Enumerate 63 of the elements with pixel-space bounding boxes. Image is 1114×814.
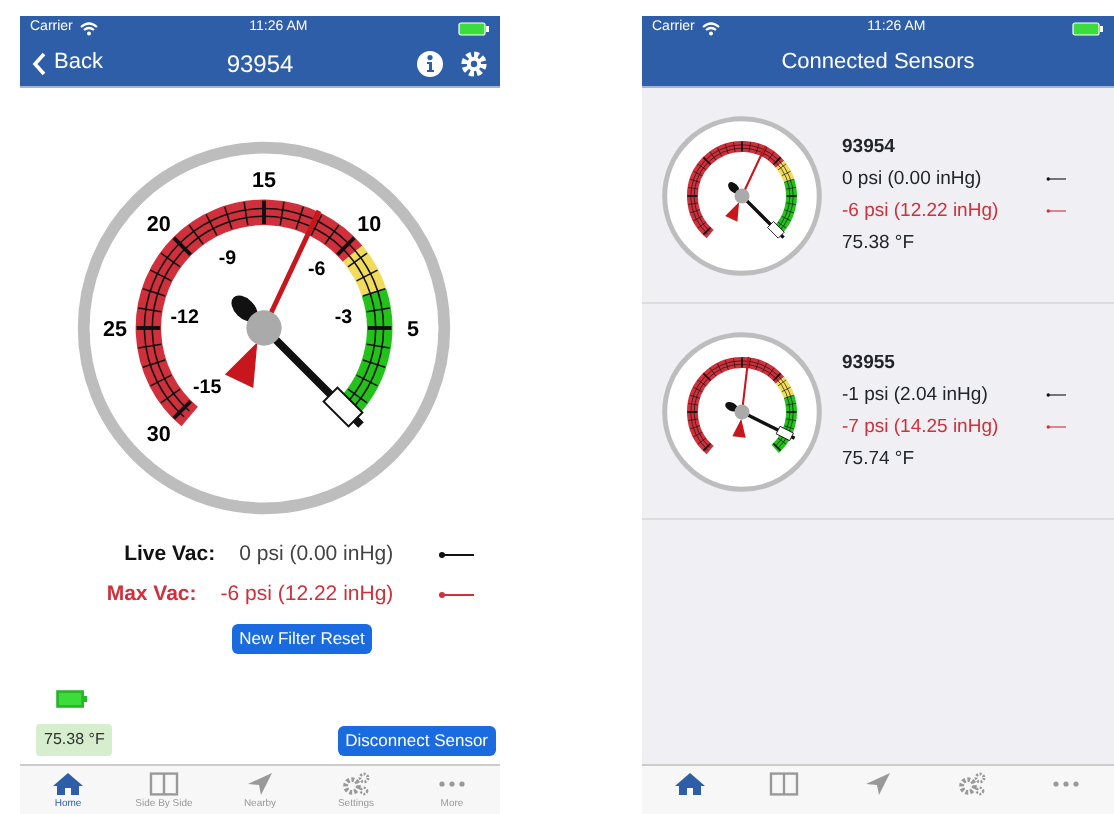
needle-hub — [246, 310, 282, 346]
back-chevron-icon — [32, 51, 46, 75]
live-needle — [725, 400, 796, 441]
back-button[interactable]: Back — [32, 46, 103, 80]
reading-label: Live Vac: — [124, 540, 216, 570]
temperature-badge: 75.38 °F — [36, 724, 113, 756]
columns-icon — [148, 772, 180, 796]
live-marker-icon — [437, 550, 474, 561]
gears-icon — [340, 772, 372, 796]
disconnect-button[interactable]: Disconnect Sensor — [337, 725, 496, 756]
scale-label: 30 — [146, 423, 171, 448]
reading-value: -6 psi (12.22 inHg) — [220, 579, 394, 610]
max-marker-icon — [437, 590, 474, 601]
nav-title: 93954 — [226, 47, 294, 81]
live-needle — [728, 181, 785, 238]
needle-hub — [734, 187, 750, 203]
scale-label: -9 — [218, 248, 237, 271]
scale-label: 20 — [146, 212, 171, 237]
scale-label: -3 — [334, 307, 353, 330]
battery-icon — [1071, 21, 1104, 35]
location-arrow-icon — [244, 772, 276, 796]
max-marker-icon — [1046, 422, 1066, 432]
scale-label: 25 — [103, 317, 127, 342]
max-marker-icon — [1046, 206, 1066, 216]
settings-icon[interactable] — [460, 49, 488, 77]
live-reading: -1 psi (2.04 inHg) — [842, 381, 988, 409]
temperature-reading: 75.74 °F — [842, 445, 917, 473]
scale-label: -6 — [308, 259, 326, 282]
scale-label: -15 — [193, 376, 222, 399]
reading-value: 0 psi (0.00 inHg) — [239, 540, 394, 570]
wifi-icon — [80, 21, 99, 35]
max-needle — [732, 355, 750, 437]
max-reading: -7 psi (14.25 inHg) — [842, 413, 999, 441]
columns-icon — [767, 772, 800, 796]
nav-title: Connected Sensors — [781, 48, 975, 79]
live-marker-icon — [1046, 390, 1066, 400]
sensor-name: 93954 — [842, 133, 897, 161]
live-reading: 0 psi (0.00 inHg) — [842, 165, 982, 193]
live-needle — [231, 295, 364, 428]
location-arrow-icon — [861, 772, 894, 796]
gauge-scale-drawing — [686, 355, 798, 453]
info-icon[interactable] — [416, 49, 444, 77]
scale-label: 15 — [252, 168, 276, 193]
house-icon — [52, 772, 84, 796]
live-marker-icon — [1046, 174, 1066, 184]
wifi-icon — [702, 21, 721, 35]
max-reading: -6 psi (12.22 inHg) — [842, 197, 999, 225]
sensor-row[interactable]: 93954 0 psi (0.00 inHg) -6 psi (12.22 inHg) 75.38 °F — [642, 88, 1114, 304]
scale-label: -12 — [170, 307, 199, 330]
battery-icon — [56, 690, 88, 708]
scale-label: 10 — [357, 212, 382, 237]
sensor-row[interactable]: 93955 -1 psi (2.04 inHg) -7 psi (14.25 inHg) 75.74 °F — [642, 304, 1114, 520]
gauge-scale-drawing — [686, 139, 798, 237]
battery-icon — [457, 21, 490, 35]
reading-label: Max Vac: — [106, 579, 197, 610]
gears-icon — [956, 772, 989, 796]
house-icon — [673, 772, 706, 796]
temperature-reading: 75.38 °F — [842, 229, 917, 257]
scale-label: 5 — [406, 317, 419, 342]
needle-hub — [734, 403, 750, 419]
sensor-name: 93955 — [842, 349, 897, 377]
filter-reset-button[interactable]: New Filter Reset — [231, 623, 373, 654]
max-needle — [725, 144, 767, 221]
